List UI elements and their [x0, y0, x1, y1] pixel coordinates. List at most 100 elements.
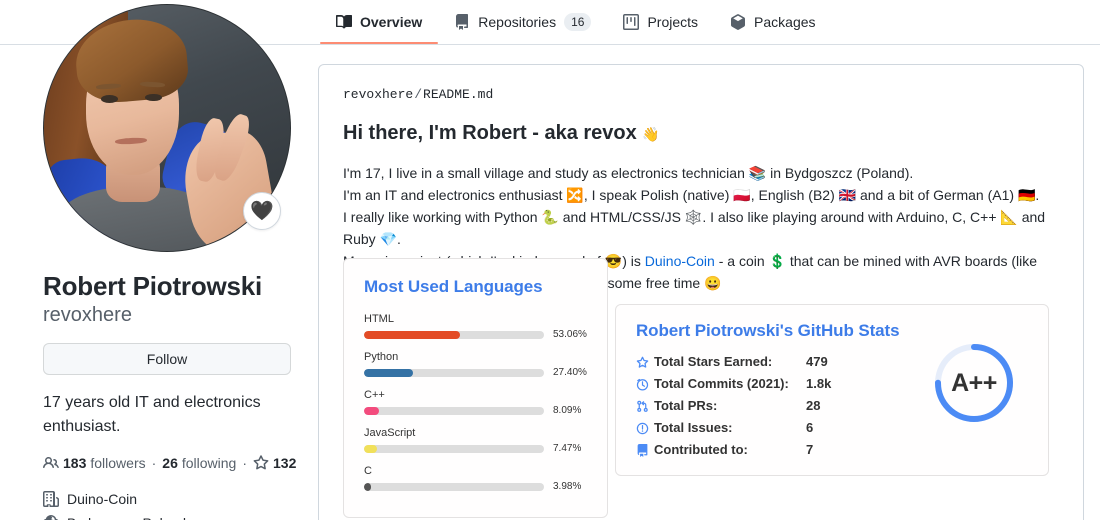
stat-label: Total Commits (2021):: [654, 376, 789, 391]
black-heart-icon: 🖤: [250, 200, 274, 222]
stat-value: 479: [806, 354, 828, 369]
stat-value: 28: [806, 398, 821, 413]
language-bar-fill: [364, 368, 414, 377]
avatar-eye-left: [100, 94, 118, 103]
following-count[interactable]: 26: [162, 455, 178, 471]
web-emoji: 🕸️: [684, 209, 703, 225]
package-icon: [730, 14, 746, 30]
language-bar-fill: [364, 406, 379, 415]
stat-value: 1.8k: [806, 376, 832, 391]
repositories-count: 16: [564, 13, 592, 31]
language-bar-track: [364, 406, 544, 415]
line4-part-b: ) is: [622, 253, 645, 269]
status-badge[interactable]: 🖤: [243, 192, 281, 230]
organization-label[interactable]: Duino-Coin: [67, 487, 137, 511]
profile-bio: 17 years old IT and electronics enthusia…: [43, 393, 261, 435]
tab-packages-label: Packages: [754, 14, 816, 30]
tab-repositories-label: Repositories: [478, 14, 557, 30]
tab-packages[interactable]: Packages: [714, 0, 831, 44]
grin-emoji: 😀: [704, 275, 722, 291]
count-separator-2: ·: [242, 454, 248, 471]
wave-emoji: 👋: [642, 126, 660, 142]
line3-part-a: I really like working with Python: [343, 209, 542, 225]
profile-login: revoxhere: [43, 303, 132, 326]
line4-part-c: - a coin: [714, 253, 769, 269]
dollar-emoji: 💲: [768, 253, 786, 269]
language-row: C++ 8.09%: [364, 389, 589, 416]
line3-part-c: . I also like playing around with Arduin…: [702, 209, 1001, 225]
line1-part-a: I'm 17, I live in a small village and st…: [343, 165, 749, 181]
most-used-languages-card: Most Used Languages HTML 53.06% Python 2…: [343, 258, 608, 518]
language-name: JavaScript: [364, 427, 416, 439]
tab-projects[interactable]: Projects: [607, 0, 714, 44]
stat-value: 6: [806, 420, 814, 435]
language-row: HTML 53.06%: [364, 313, 589, 340]
followers-label[interactable]: followers: [90, 455, 145, 471]
languages-card-title: Most Used Languages: [364, 277, 543, 296]
tab-list: Overview Repositories 16 Projects Packag…: [320, 0, 832, 45]
line2-part-c: , English (B2): [750, 187, 839, 203]
language-bar-fill: [364, 330, 460, 339]
issue-icon: [636, 422, 654, 435]
clock-icon: [636, 378, 654, 391]
line1-part-b: in Bydgoszcz (Poland).: [766, 165, 914, 181]
repo-icon: [454, 14, 470, 30]
github-stats-card: Robert Piotrowski's GitHub Stats Total S…: [615, 304, 1049, 476]
language-name: HTML: [364, 313, 394, 325]
language-row: C 3.98%: [364, 465, 589, 492]
flag-poland-emoji: 🇵🇱: [733, 187, 751, 203]
language-bar-line: 8.09%: [364, 405, 589, 416]
readme-file-link[interactable]: README.md: [423, 87, 493, 102]
readme-path: revoxhere/README.md: [343, 87, 1055, 102]
star-icon: [636, 356, 654, 369]
rank-ring: A++: [932, 341, 1016, 425]
language-percent: 3.98%: [553, 481, 582, 492]
count-separator-1: ·: [151, 454, 157, 471]
profile-location: Bydgoszcz, Poland: [43, 511, 291, 520]
languages-list: HTML 53.06% Python 27.40% C++ 8.09% Java…: [364, 313, 589, 492]
language-row: JavaScript 7.47%: [364, 427, 589, 454]
flag-germany-emoji: 🇩🇪: [1017, 187, 1036, 203]
readme-line-3: I really like working with Python 🐍 and …: [343, 206, 1055, 250]
language-bar-track: [364, 368, 544, 377]
readme-owner-link[interactable]: revoxhere: [343, 87, 413, 102]
language-bar-fill: [364, 444, 378, 453]
line2-part-d: and a bit of German (A1): [856, 187, 1018, 203]
gem-emoji: 💎: [379, 231, 398, 247]
readme-line-1: I'm 17, I live in a small village and st…: [343, 162, 1055, 184]
readme-heading-text: Hi there, I'm Robert - aka revox: [343, 122, 637, 144]
readme-heading: Hi there, I'm Robert - aka revox 👋: [343, 120, 1055, 146]
language-bar-line: 3.98%: [364, 481, 589, 492]
language-bar-track: [364, 444, 544, 453]
stat-label: Contributed to:: [654, 442, 748, 457]
star-icon: [253, 454, 269, 471]
followers-count[interactable]: 183: [63, 455, 86, 471]
flag-uk-emoji: 🇬🇧: [838, 187, 857, 203]
path-separator: /: [414, 87, 423, 102]
language-name: Python: [364, 351, 399, 363]
follow-button[interactable]: Follow: [43, 342, 291, 375]
following-label[interactable]: following: [182, 455, 236, 471]
stat-row: Contributed to: 7: [636, 439, 1030, 461]
snake-emoji: 🐍: [541, 209, 559, 225]
language-percent: 53.06%: [553, 329, 587, 340]
line3-part-b: and HTML/CSS/JS: [558, 209, 685, 225]
stat-label: Total PRs:: [654, 398, 718, 413]
location-label: Bydgoszcz, Poland: [67, 511, 186, 520]
tab-overview[interactable]: Overview: [320, 0, 439, 44]
readme-line-2: I'm an IT and electronics enthusiast 🔀, …: [343, 184, 1055, 206]
language-name: C++: [364, 389, 385, 401]
tab-repositories[interactable]: Repositories 16: [438, 0, 607, 44]
profile-full-name: Robert Piotrowski: [43, 271, 263, 301]
line2-part-a: I'm an IT and electronics enthusiast: [343, 187, 567, 203]
pr-icon: [636, 400, 654, 413]
profile-sidebar: 🖤 Robert Piotrowski revoxhere Follow 17 …: [43, 0, 296, 520]
stars-count[interactable]: 132: [273, 455, 296, 471]
profile-organization[interactable]: Duino-Coin: [43, 487, 291, 511]
language-bar-line: 53.06%: [364, 329, 589, 340]
tab-overview-label: Overview: [360, 14, 423, 30]
followers-icon: [43, 455, 59, 471]
duino-coin-link[interactable]: Duino-Coin: [645, 253, 715, 269]
tab-projects-label: Projects: [647, 14, 699, 30]
language-percent: 8.09%: [553, 405, 582, 416]
